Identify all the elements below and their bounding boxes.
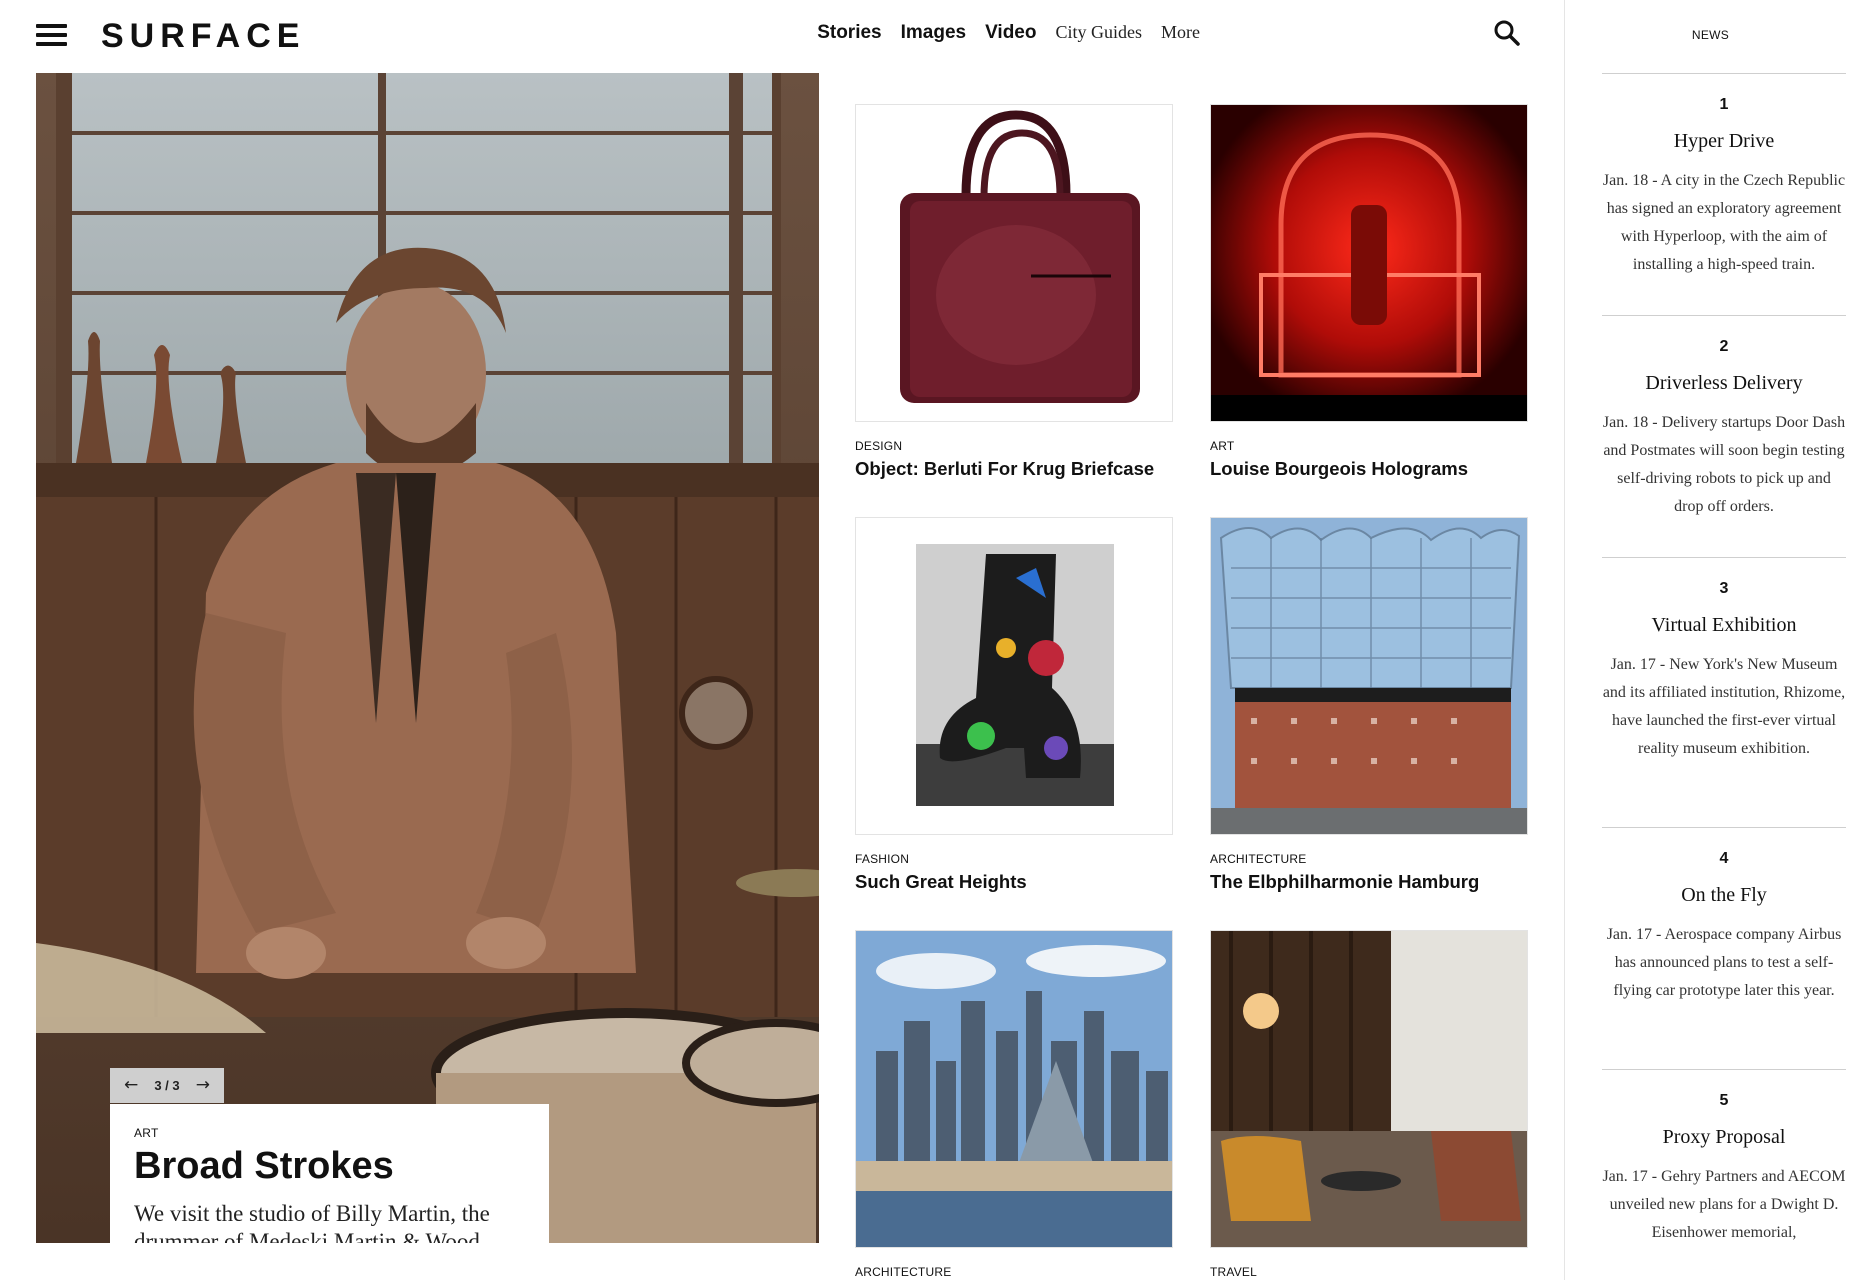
site-logo[interactable]: SURFACE [101, 14, 305, 58]
news-item[interactable]: 5 Proxy Proposal Jan. 17 - Gehry Partner… [1602, 1069, 1846, 1280]
hero-caption[interactable]: ART Broad Strokes We visit the studio of… [110, 1104, 549, 1243]
news-title[interactable]: Hyper Drive [1602, 130, 1846, 153]
search-icon [1494, 20, 1520, 46]
hero-description: We visit the studio of Billy Martin, the… [134, 1201, 490, 1243]
news-number: 1 [1719, 96, 1729, 113]
briefcase-image [856, 105, 1172, 421]
arrow-left-icon[interactable]: ← [124, 1077, 138, 1094]
news-item[interactable]: 4 On the Fly Jan. 17 - Aerospace company… [1602, 827, 1846, 1069]
main-nav: Stories Images Video City Guides More [817, 22, 1200, 44]
news-blurb: Jan. 18 - A city in the Czech Republic h… [1602, 172, 1846, 273]
news-title[interactable]: Proxy Proposal [1602, 1126, 1846, 1149]
story-card[interactable]: ARCHITECTURE [855, 930, 1173, 1280]
news-number: 2 [1719, 338, 1729, 355]
story-thumbnail [1210, 517, 1528, 835]
story-thumbnail [855, 930, 1173, 1248]
menu-button[interactable] [36, 22, 67, 46]
menu-icon-bar [36, 24, 67, 28]
story-thumbnail [1210, 104, 1528, 422]
news-blurb: Jan. 17 - Gehry Partners and AECOM unvei… [1602, 1168, 1846, 1241]
hotel-lounge-image [1211, 931, 1527, 1247]
story-title[interactable]: Louise Bourgeois Holograms [1210, 458, 1528, 480]
story-card[interactable]: DESIGN Object: Berluti For Krug Briefcas… [855, 104, 1173, 480]
nav-more[interactable]: More [1161, 22, 1200, 43]
story-category: ART [1210, 439, 1235, 453]
story-title[interactable]: Object: Berluti For Krug Briefcase [855, 458, 1173, 480]
news-blurb: Jan. 18 - Delivery startups Door Dash an… [1602, 414, 1846, 515]
hero-category: ART [134, 1126, 159, 1140]
story-card[interactable]: TRAVEL [1210, 930, 1528, 1280]
news-number: 5 [1719, 1092, 1729, 1109]
news-item[interactable]: 2 Driverless Delivery Jan. 18 - Delivery… [1602, 315, 1846, 557]
news-number: 4 [1719, 850, 1729, 867]
menu-icon-bar [36, 33, 67, 37]
slide-counter: 3 / 3 [154, 1078, 180, 1093]
news-item[interactable]: 1 Hyper Drive Jan. 18 - A city in the Cz… [1602, 73, 1846, 315]
news-item[interactable]: 3 Virtual Exhibition Jan. 17 - New York'… [1602, 557, 1846, 827]
nav-images[interactable]: Images [901, 22, 966, 44]
news-heading: NEWS [1691, 28, 1730, 42]
news-title[interactable]: On the Fly [1602, 884, 1846, 907]
news-blurb: Jan. 17 - Aerospace company Airbus has a… [1606, 926, 1842, 999]
news-list: 1 Hyper Drive Jan. 18 - A city in the Cz… [1602, 73, 1846, 1280]
news-sidebar: NEWS 1 Hyper Drive Jan. 18 - A city in t… [1564, 0, 1856, 1280]
platform-boot-image [856, 518, 1172, 834]
nav-video[interactable]: Video [985, 22, 1036, 44]
elbphilharmonie-image [1211, 518, 1527, 834]
search-button[interactable] [1493, 19, 1521, 47]
hero-feature[interactable]: ← 3 / 3 → ART Broad Strokes We visit the… [36, 73, 819, 1243]
nav-stories[interactable]: Stories [817, 22, 881, 44]
nav-city-guides[interactable]: City Guides [1055, 22, 1142, 43]
news-blurb: Jan. 17 - New York's New Museum and its … [1602, 656, 1846, 757]
hologram-image [1211, 105, 1527, 421]
story-title[interactable]: Such Great Heights [855, 871, 1173, 893]
story-thumbnail [1210, 930, 1528, 1248]
story-thumbnail [855, 517, 1173, 835]
news-title[interactable]: Driverless Delivery [1602, 372, 1846, 395]
story-category: ARCHITECTURE [1210, 852, 1307, 866]
arrow-right-icon[interactable]: → [196, 1077, 210, 1094]
hero-title[interactable]: Broad Strokes [134, 1144, 525, 1188]
story-card[interactable]: ARCHITECTURE The Elbphilharmonie Hamburg [1210, 517, 1528, 893]
city-skyline-image [856, 931, 1172, 1247]
story-category: ARCHITECTURE [855, 1265, 952, 1279]
story-title[interactable]: The Elbphilharmonie Hamburg [1210, 871, 1528, 893]
story-category: TRAVEL [1210, 1265, 1257, 1279]
news-number: 3 [1719, 580, 1729, 597]
story-category: FASHION [855, 852, 910, 866]
slide-pager: ← 3 / 3 → [110, 1068, 224, 1103]
news-title[interactable]: Virtual Exhibition [1602, 614, 1846, 637]
story-thumbnail [855, 104, 1173, 422]
story-category: DESIGN [855, 439, 903, 453]
story-card[interactable]: ART Louise Bourgeois Holograms [1210, 104, 1528, 480]
menu-icon-bar [36, 42, 67, 46]
story-card[interactable]: FASHION Such Great Heights [855, 517, 1173, 893]
